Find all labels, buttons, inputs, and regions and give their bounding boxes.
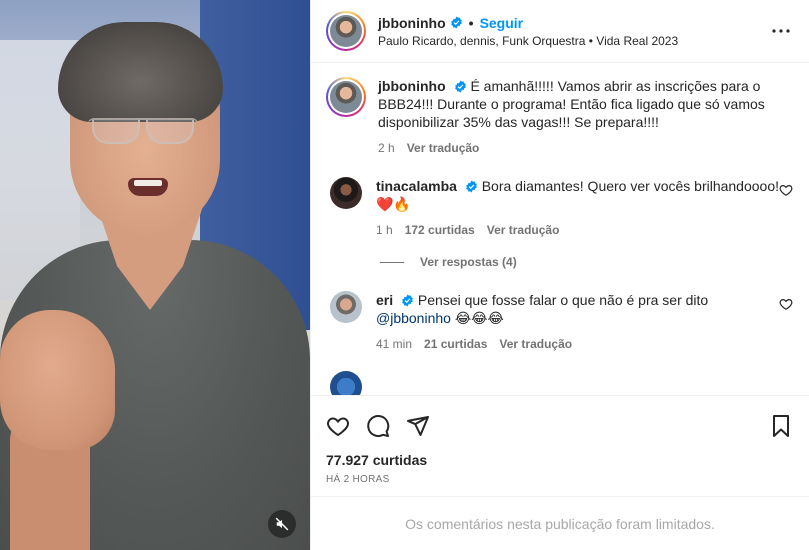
share-icon: [407, 416, 429, 436]
comment-username[interactable]: eri: [376, 292, 393, 308]
caption-username[interactable]: jbboninho: [378, 78, 446, 94]
person-hand: [0, 310, 115, 450]
comment-item: tinacalamba Bora diamantes! Quero ver vo…: [326, 177, 793, 239]
comment-icon: [367, 415, 390, 437]
story-ring[interactable]: [326, 11, 366, 51]
save-button[interactable]: [769, 414, 793, 438]
comment-mention[interactable]: @jbboninho: [376, 310, 451, 326]
avatar: [330, 15, 362, 47]
audio-info[interactable]: Paulo Ricardo, dennis, Funk Orquestra • …: [378, 34, 769, 48]
post-time[interactable]: HÁ 2 HORAS: [326, 474, 793, 485]
caption-avatar[interactable]: [326, 77, 366, 117]
verified-icon: [401, 294, 414, 307]
comment-username[interactable]: tinacalamba: [376, 178, 457, 194]
comments-list[interactable]: jbboninho É amanhã!!!!! Vamos abrir as i…: [311, 63, 809, 395]
heart-icon: [327, 417, 349, 437]
separator-dot: •: [468, 14, 474, 31]
post-header: jbboninho • Seguir Paulo Ricardo, dennis…: [311, 0, 809, 63]
verified-icon: [450, 16, 463, 29]
post-panel: jbboninho • Seguir Paulo Ricardo, dennis…: [310, 0, 809, 550]
comment-likes[interactable]: 172 curtidas: [405, 221, 475, 239]
more-options-button[interactable]: [769, 19, 793, 43]
comment-translate[interactable]: Ver tradução: [487, 221, 560, 239]
verified-icon: [465, 180, 478, 193]
comment-item-partial: [326, 371, 793, 395]
mute-button[interactable]: [268, 510, 296, 538]
comment-time[interactable]: 41 min: [376, 335, 412, 353]
comment-button[interactable]: [366, 414, 390, 438]
comment-item: eri Pensei que fosse falar o que não é p…: [326, 291, 793, 353]
follow-button[interactable]: Seguir: [480, 15, 524, 31]
comments-limited-notice: Os comentários nesta publicação foram li…: [311, 496, 809, 550]
caption: jbboninho É amanhã!!!!! Vamos abrir as i…: [326, 77, 793, 157]
view-replies-button[interactable]: Ver respostas (4): [380, 255, 793, 269]
verified-icon: [454, 80, 467, 93]
post-video[interactable]: [0, 0, 310, 550]
replies-divider: [380, 261, 404, 263]
person-glasses: [88, 118, 198, 144]
comment-avatar[interactable]: [330, 291, 362, 323]
mute-icon: [275, 517, 289, 531]
comment-avatar[interactable]: [330, 177, 362, 209]
comment-avatar[interactable]: [330, 371, 362, 395]
comment-time[interactable]: 1 h: [376, 221, 393, 239]
caption-time[interactable]: 2 h: [378, 139, 395, 157]
view-replies-label: Ver respostas (4): [420, 255, 517, 269]
like-button[interactable]: [326, 414, 350, 438]
avatar: [330, 81, 362, 113]
person-hair: [58, 22, 223, 122]
post-modal: jbboninho • Seguir Paulo Ricardo, dennis…: [0, 0, 809, 550]
likes-count[interactable]: 77.927 curtidas: [326, 452, 793, 468]
comment-emojis: 😂😂😂: [450, 310, 504, 326]
bookmark-icon: [773, 415, 789, 437]
comment-likes[interactable]: 21 curtidas: [424, 335, 487, 353]
comment-heart-icon[interactable]: [779, 297, 793, 311]
person-mouth: [128, 178, 168, 196]
comment-text: Pensei que fosse falar o que não é pra s…: [417, 292, 709, 308]
more-options-icon: [772, 29, 790, 33]
comment-heart-icon[interactable]: [779, 183, 793, 197]
caption-translate[interactable]: Ver tradução: [407, 139, 480, 157]
comment-translate[interactable]: Ver tradução: [499, 335, 572, 353]
header-username[interactable]: jbboninho: [378, 15, 446, 31]
share-button[interactable]: [406, 414, 430, 438]
